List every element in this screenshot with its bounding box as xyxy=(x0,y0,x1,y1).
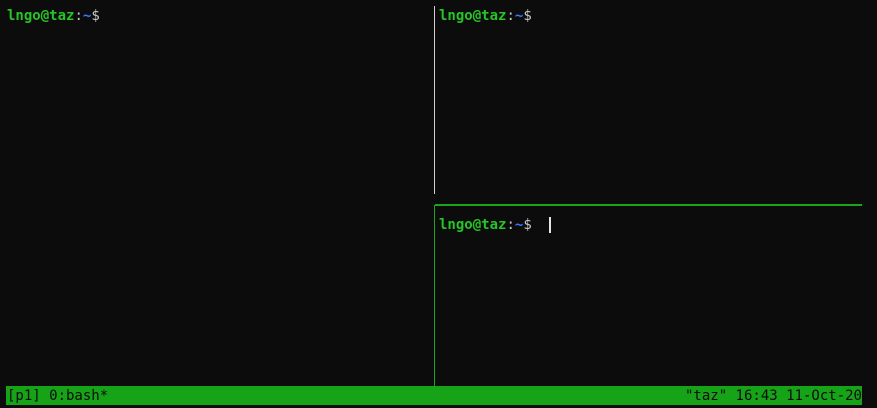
prompt-user: lngo xyxy=(7,8,41,24)
prompt-user: lngo xyxy=(439,217,473,233)
terminal-pane-top-right[interactable]: lngo @ taz: ~ $ xyxy=(435,0,877,204)
prompt-dollar: $ xyxy=(91,8,100,24)
prompt-dollar: $ xyxy=(523,8,532,24)
prompt-host: taz xyxy=(481,217,507,233)
status-host-clock: "taz" 16:43 11-Oct-20 xyxy=(684,387,862,404)
prompt-path: ~ xyxy=(82,8,92,24)
prompt-at: @ xyxy=(472,8,482,24)
terminal-pane-bottom-right[interactable]: lngo @ taz: ~ $ xyxy=(435,206,877,386)
terminal-pane-left[interactable]: lngo @ taz: ~ $ xyxy=(0,0,434,386)
status-window-list[interactable]: [p1] 0:bash* xyxy=(6,388,108,404)
prompt-at: @ xyxy=(472,217,482,233)
prompt-path: ~ xyxy=(514,217,524,233)
shell-prompt: lngo @ taz: ~ $ xyxy=(439,8,532,24)
prompt-dollar: $ xyxy=(523,217,541,233)
prompt-colon: : xyxy=(74,8,83,24)
prompt-at: @ xyxy=(40,8,50,24)
prompt-host: taz xyxy=(481,8,507,24)
shell-prompt: lngo @ taz: ~ $ xyxy=(439,217,552,233)
prompt-colon: : xyxy=(506,217,515,233)
prompt-user: lngo xyxy=(439,8,473,24)
tmux-status-bar: [p1] 0:bash* "taz" 16:43 11-Oct-20 xyxy=(6,386,862,405)
prompt-path: ~ xyxy=(514,8,524,24)
prompt-colon: : xyxy=(506,8,515,24)
prompt-host: taz xyxy=(49,8,75,24)
shell-prompt: lngo @ taz: ~ $ xyxy=(7,8,100,24)
text-cursor xyxy=(549,217,552,233)
